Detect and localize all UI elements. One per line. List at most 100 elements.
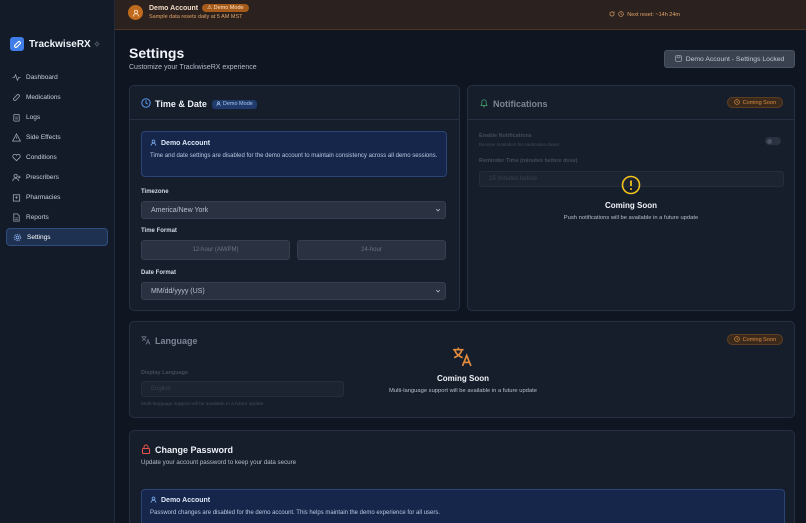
sidebar-item-dashboard[interactable]: Dashboard (6, 68, 108, 86)
sidebar-item-label: Reports (26, 213, 49, 221)
clock-icon (618, 11, 624, 19)
pill-icon (11, 92, 21, 102)
enable-notifications-toggle[interactable] (765, 137, 781, 145)
timezone-value: America/New York (151, 206, 209, 214)
demo-info-box: Demo Account Password changes are disabl… (141, 489, 785, 523)
user-icon (150, 139, 157, 148)
badge-label: Demo Mode (213, 5, 244, 11)
lock-icon (141, 444, 151, 456)
notifications-card: Notifications Coming Soon Enable Notific… (467, 85, 795, 311)
heart-icon (11, 152, 21, 162)
reminder-time-label: Reminder Time (minutes before dose) (479, 158, 578, 164)
gear-icon (12, 232, 22, 242)
banner-subtitle: Sample data resets daily at 5 AM MST (149, 14, 243, 20)
alert-triangle-icon (11, 132, 21, 142)
date-format-select[interactable]: MM/dd/yyyy (US) (141, 282, 446, 300)
clock-icon (733, 98, 740, 107)
banner-title: Demo Account (149, 4, 199, 12)
translate-icon (141, 335, 151, 347)
sidebar: TrackwiseRX Dashboard Medications Logs S… (0, 0, 115, 523)
sidebar-item-medications[interactable]: Medications (6, 88, 108, 106)
translate-icon (452, 346, 473, 369)
refresh-icon (609, 11, 615, 19)
coming-soon-badge: Coming Soon (726, 334, 783, 345)
card-title: Notifications (493, 99, 548, 109)
coming-soon-title: Coming Soon (437, 374, 489, 383)
info-title: Demo Account (161, 497, 211, 504)
locked-button-label: Demo Account - Settings Locked (685, 55, 785, 63)
sidebar-item-pharmacies[interactable]: Pharmacies (6, 188, 108, 206)
enable-notifications-label: Enable Notifications (479, 133, 532, 139)
demo-mode-tag: Demo Mode (211, 99, 257, 109)
brand[interactable]: TrackwiseRX (10, 37, 91, 51)
reminder-time-value: 15 minutes before (489, 176, 538, 182)
card-title: Change Password (155, 445, 234, 455)
coming-soon-title: Coming Soon (605, 201, 657, 210)
clock-icon (733, 335, 740, 344)
sidebar-item-label: Pharmacies (26, 193, 61, 201)
chevron-down-icon (435, 288, 441, 296)
date-format-value: MM/dd/yyyy (US) (151, 287, 205, 295)
page-subtitle: Customize your TrackwiseRX experience (129, 64, 257, 71)
badge-label: Coming Soon (742, 99, 776, 106)
time-format-24h-button[interactable]: 24-hour (297, 240, 446, 260)
chevron-down-icon (435, 207, 441, 215)
sidebar-item-label: Settings (27, 233, 51, 241)
display-language-note: Multi-language support will be available… (141, 402, 264, 407)
card-title: Time & Date (155, 99, 207, 109)
sidebar-item-label: Side Effects (26, 133, 61, 141)
user-icon (150, 496, 157, 505)
reset-timer: Next reset: ~14h 24m (609, 11, 680, 19)
demo-info-box: Demo Account Time and date settings are … (141, 131, 447, 177)
clipboard-icon (11, 112, 21, 122)
bell-icon (479, 98, 489, 110)
timezone-select[interactable]: America/New York (141, 201, 446, 219)
sidebar-item-label: Conditions (26, 153, 57, 161)
pill-logo-icon (10, 37, 24, 51)
sidebar-item-reports[interactable]: Reports (6, 208, 108, 226)
enable-notifications-subtitle: Receive reminders for medication doses (479, 142, 560, 147)
demo-banner: Demo Account ⚠ Demo Mode Sample data res… (115, 0, 806, 30)
settings-locked-button[interactable]: Demo Account - Settings Locked (664, 50, 795, 68)
file-icon (11, 212, 21, 222)
change-password-card: Change Password Update your account pass… (129, 430, 795, 523)
user-icon (216, 100, 221, 108)
user-plus-icon (11, 172, 21, 182)
alert-circle-icon (621, 175, 641, 197)
time-format-24h-label: 24-hour (361, 247, 382, 253)
user-icon (128, 5, 143, 20)
sidebar-nav: Dashboard Medications Logs Side Effects … (6, 68, 108, 248)
time-date-card: Time & Date Demo Mode Demo Account Time … (129, 85, 460, 311)
card-title: Language (155, 336, 198, 346)
timezone-label: Timezone (141, 189, 169, 195)
sun-icon[interactable] (94, 41, 100, 49)
sidebar-item-settings[interactable]: Settings (6, 228, 108, 246)
page-title: Settings (129, 45, 185, 61)
sidebar-item-logs[interactable]: Logs (6, 108, 108, 126)
sidebar-item-label: Logs (26, 113, 41, 121)
activity-icon (11, 72, 21, 82)
sidebar-item-prescribers[interactable]: Prescribers (6, 168, 108, 186)
card-subtitle: Update your account password to keep you… (141, 459, 297, 466)
save-icon (675, 54, 682, 64)
sidebar-item-label: Prescribers (26, 173, 59, 181)
coming-soon-subtitle: Multi-language support will be available… (389, 388, 537, 394)
clock-icon (141, 98, 151, 110)
language-card: Language Coming Soon Display Language En… (129, 321, 795, 418)
brand-name: TrackwiseRX (29, 38, 91, 50)
coming-soon-subtitle: Push notifications will be available in … (563, 215, 699, 221)
reset-text: Next reset: ~14h 24m (627, 12, 680, 18)
time-format-12h-button[interactable]: 12-hour (AM/PM) (141, 240, 290, 260)
badge-label: Coming Soon (742, 336, 776, 343)
info-body: Password changes are disabled for the de… (150, 510, 441, 516)
info-body: Time and date settings are disabled for … (150, 153, 438, 159)
time-format-label: Time Format (141, 228, 177, 234)
sidebar-item-label: Dashboard (26, 73, 58, 81)
building-icon (11, 192, 21, 202)
sidebar-item-label: Medications (26, 93, 61, 101)
sidebar-item-conditions[interactable]: Conditions (6, 148, 108, 166)
info-title: Demo Account (161, 140, 211, 147)
coming-soon-badge: Coming Soon (726, 97, 783, 108)
sidebar-item-side-effects[interactable]: Side Effects (6, 128, 108, 146)
demo-mode-badge: ⚠ Demo Mode (202, 4, 249, 12)
